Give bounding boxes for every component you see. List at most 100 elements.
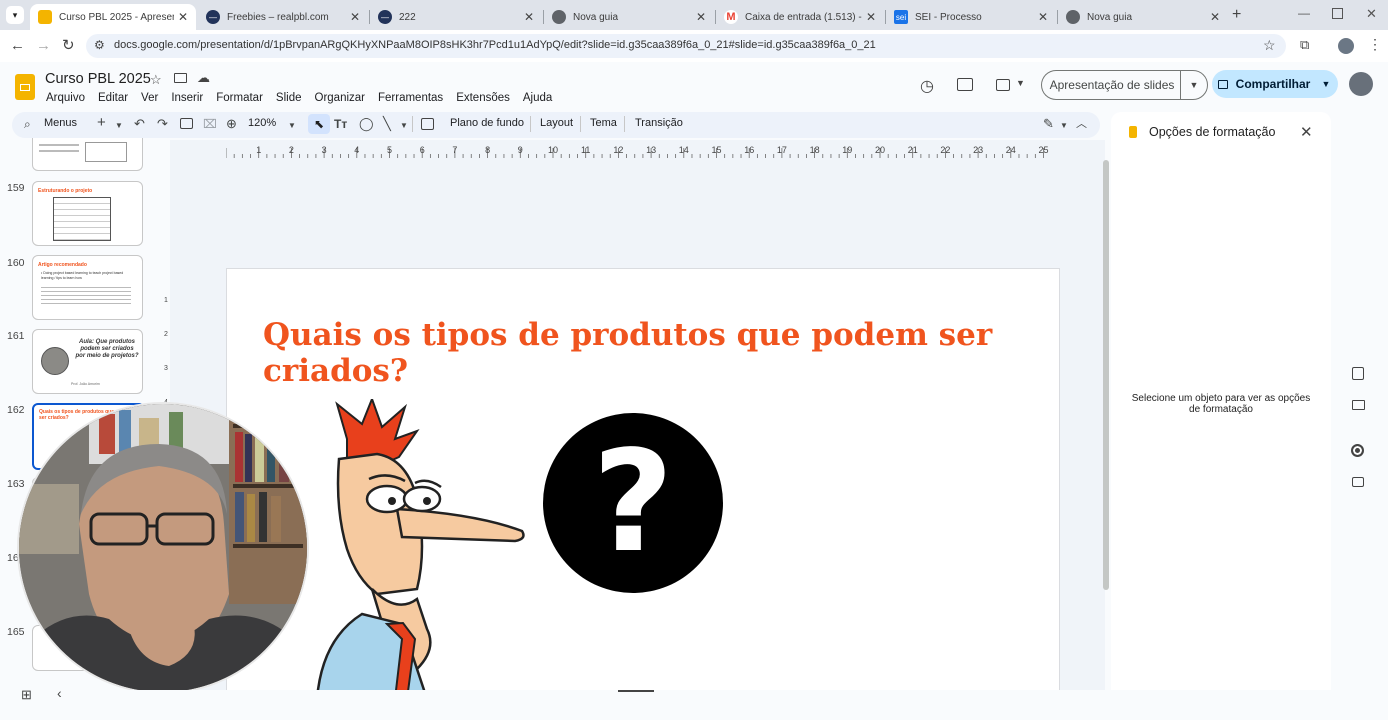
slides-logo-icon[interactable]	[15, 74, 35, 100]
document-title[interactable]: Curso PBL 2025	[45, 71, 151, 87]
collapse-filmstrip-icon[interactable]: ‹	[57, 685, 62, 701]
comments-icon[interactable]	[957, 78, 973, 91]
folder-icon[interactable]	[1352, 400, 1365, 410]
speaker-notes-handle[interactable]	[618, 690, 654, 692]
browser-tab-0[interactable]: Curso PBL 2025 - Apresentaçõ ✕	[30, 4, 196, 30]
background-button[interactable]: Plano de fundo	[450, 117, 524, 129]
minimize-icon[interactable]: —	[1298, 6, 1310, 20]
browser-tab-2[interactable]: — 222 ✕	[370, 4, 542, 30]
theme-button[interactable]: Tema	[590, 117, 617, 129]
scrollbar[interactable]	[1103, 160, 1109, 590]
star-icon[interactable]: ☆	[150, 72, 162, 88]
grid-view-icon[interactable]: ⊞	[21, 687, 32, 703]
back-icon[interactable]: ←	[10, 37, 25, 54]
move-folder-icon[interactable]	[174, 73, 187, 83]
slide-canvas[interactable]: Quais os tipos de produtos que podem ser…	[226, 268, 1060, 700]
browser-tab-6[interactable]: Nova guia ✕	[1058, 4, 1228, 30]
close-tab-icon[interactable]: ✕	[524, 10, 534, 24]
close-tab-icon[interactable]: ✕	[1210, 10, 1220, 24]
slides-favicon-icon	[38, 10, 52, 24]
format-options-icon	[1129, 126, 1137, 138]
slide-thumbnail[interactable]	[32, 138, 143, 171]
browser-tab-3[interactable]: Nova guia ✕	[544, 4, 714, 30]
slide-thumbnail-160[interactable]: Artigo recomendado • Doing project based…	[32, 255, 143, 320]
redo-icon[interactable]: ↷	[157, 117, 168, 131]
ruler-label: 5	[387, 145, 392, 155]
site-info-icon[interactable]: ⚙	[94, 38, 105, 52]
share-button[interactable]: Compartilhar	[1212, 70, 1316, 98]
slideshow-button[interactable]: Apresentação de slides	[1041, 70, 1182, 100]
chevron-down-icon[interactable]: ▼	[1060, 119, 1068, 133]
close-tab-icon[interactable]: ✕	[1038, 10, 1048, 24]
close-window-icon[interactable]: ✕	[1366, 6, 1377, 22]
ruler-label: 3	[164, 365, 168, 372]
maximize-icon[interactable]	[1332, 8, 1343, 19]
layout-button[interactable]: Layout	[540, 117, 573, 129]
select-tool[interactable]: ⬉	[308, 114, 330, 134]
menus-search[interactable]: Menus	[44, 117, 77, 129]
reload-icon[interactable]: ↻	[62, 36, 75, 54]
browser-tab-5[interactable]: sei SEI - Processo ✕	[886, 4, 1056, 30]
zoom-select[interactable]: 120%	[248, 117, 276, 129]
menu-editar[interactable]: Editar	[98, 92, 128, 104]
slide-thumbnail-161[interactable]: Aula: Que produtos podem ser criados por…	[32, 329, 143, 394]
forward-icon[interactable]: →	[36, 37, 51, 54]
bookmark-star-icon[interactable]: ☆	[1263, 37, 1276, 54]
pen-tool-icon[interactable]: ✎	[1043, 117, 1054, 131]
browser-menu-icon[interactable]: ⋮	[1368, 36, 1382, 53]
profile-avatar[interactable]	[1338, 38, 1354, 54]
chevron-down-icon[interactable]: ▼	[1016, 78, 1025, 88]
record-icon[interactable]	[1351, 444, 1364, 457]
chevron-down-icon[interactable]: ▼	[115, 119, 123, 133]
chrome-favicon-icon	[552, 10, 566, 24]
question-circle-icon[interactable]: ?	[543, 413, 723, 593]
menu-organizar[interactable]: Organizar	[315, 92, 366, 104]
slide-thumbnail-159[interactable]: Estruturando o projeto	[32, 181, 143, 246]
print-icon[interactable]	[180, 118, 193, 129]
close-tab-icon[interactable]: ✕	[178, 10, 188, 24]
menu-ferramentas[interactable]: Ferramentas	[378, 92, 443, 104]
menu-ajuda[interactable]: Ajuda	[523, 92, 552, 104]
undo-icon[interactable]: ↶	[134, 117, 145, 131]
menu-arquivo[interactable]: Arquivo	[46, 92, 85, 104]
shape-icon[interactable]: ◯	[359, 117, 374, 131]
chevron-down-icon[interactable]: ▼	[288, 119, 296, 133]
menu-slide[interactable]: Slide	[276, 92, 302, 104]
menu-inserir[interactable]: Inserir	[171, 92, 203, 104]
chevron-down-icon[interactable]: ▼	[400, 119, 408, 133]
browser-tab-4[interactable]: M Caixa de entrada (1.513) - joao ✕	[716, 4, 884, 30]
slide-title[interactable]: Quais os tipos de produtos que podem ser…	[263, 317, 1023, 389]
tab-search-button[interactable]: ▾	[6, 6, 24, 24]
version-history-icon[interactable]: ◷	[920, 76, 934, 96]
text-box-icon[interactable]: Tт	[334, 117, 347, 131]
panel-empty-message: Selecione um objeto para ver as opções d…	[1131, 393, 1311, 415]
insert-comment-icon[interactable]	[421, 118, 434, 130]
menu-formatar[interactable]: Formatar	[216, 92, 263, 104]
extensions-icon[interactable]: ⧉	[1300, 37, 1309, 53]
close-tab-icon[interactable]: ✕	[866, 10, 876, 24]
transition-button[interactable]: Transição	[635, 117, 683, 129]
meet-camera-icon[interactable]	[996, 79, 1010, 91]
new-slide-icon[interactable]: +	[97, 115, 106, 130]
ruler-label: 7	[452, 145, 457, 155]
video-icon[interactable]	[1352, 477, 1364, 487]
url-text[interactable]: docs.google.com/presentation/d/1pBrvpanA…	[114, 39, 876, 51]
zoom-icon[interactable]: ⊕	[226, 117, 237, 131]
realpbl-favicon-icon: —	[378, 10, 392, 24]
paint-format-icon[interactable]: ⌧	[203, 117, 217, 131]
new-tab-button[interactable]: +	[1232, 6, 1241, 24]
search-icon[interactable]: ⌕	[24, 117, 31, 131]
keep-icon[interactable]	[1352, 367, 1364, 380]
line-icon[interactable]: ╲	[383, 117, 391, 131]
account-avatar[interactable]	[1349, 72, 1373, 96]
slideshow-label: Apresentação de slides	[1049, 78, 1175, 92]
collapse-toolbar-icon[interactable]: ︿	[1076, 117, 1087, 131]
ruler-label: 8	[485, 145, 490, 155]
menu-extensoes[interactable]: Extensões	[456, 92, 510, 104]
menu-ver[interactable]: Ver	[141, 92, 158, 104]
close-icon[interactable]: ✕	[1300, 123, 1313, 141]
thinking-man-illustration[interactable]	[277, 399, 537, 699]
browser-tab-1[interactable]: — Freebies – realpbl.com ✕	[198, 4, 368, 30]
close-tab-icon[interactable]: ✕	[350, 10, 360, 24]
close-tab-icon[interactable]: ✕	[696, 10, 706, 24]
